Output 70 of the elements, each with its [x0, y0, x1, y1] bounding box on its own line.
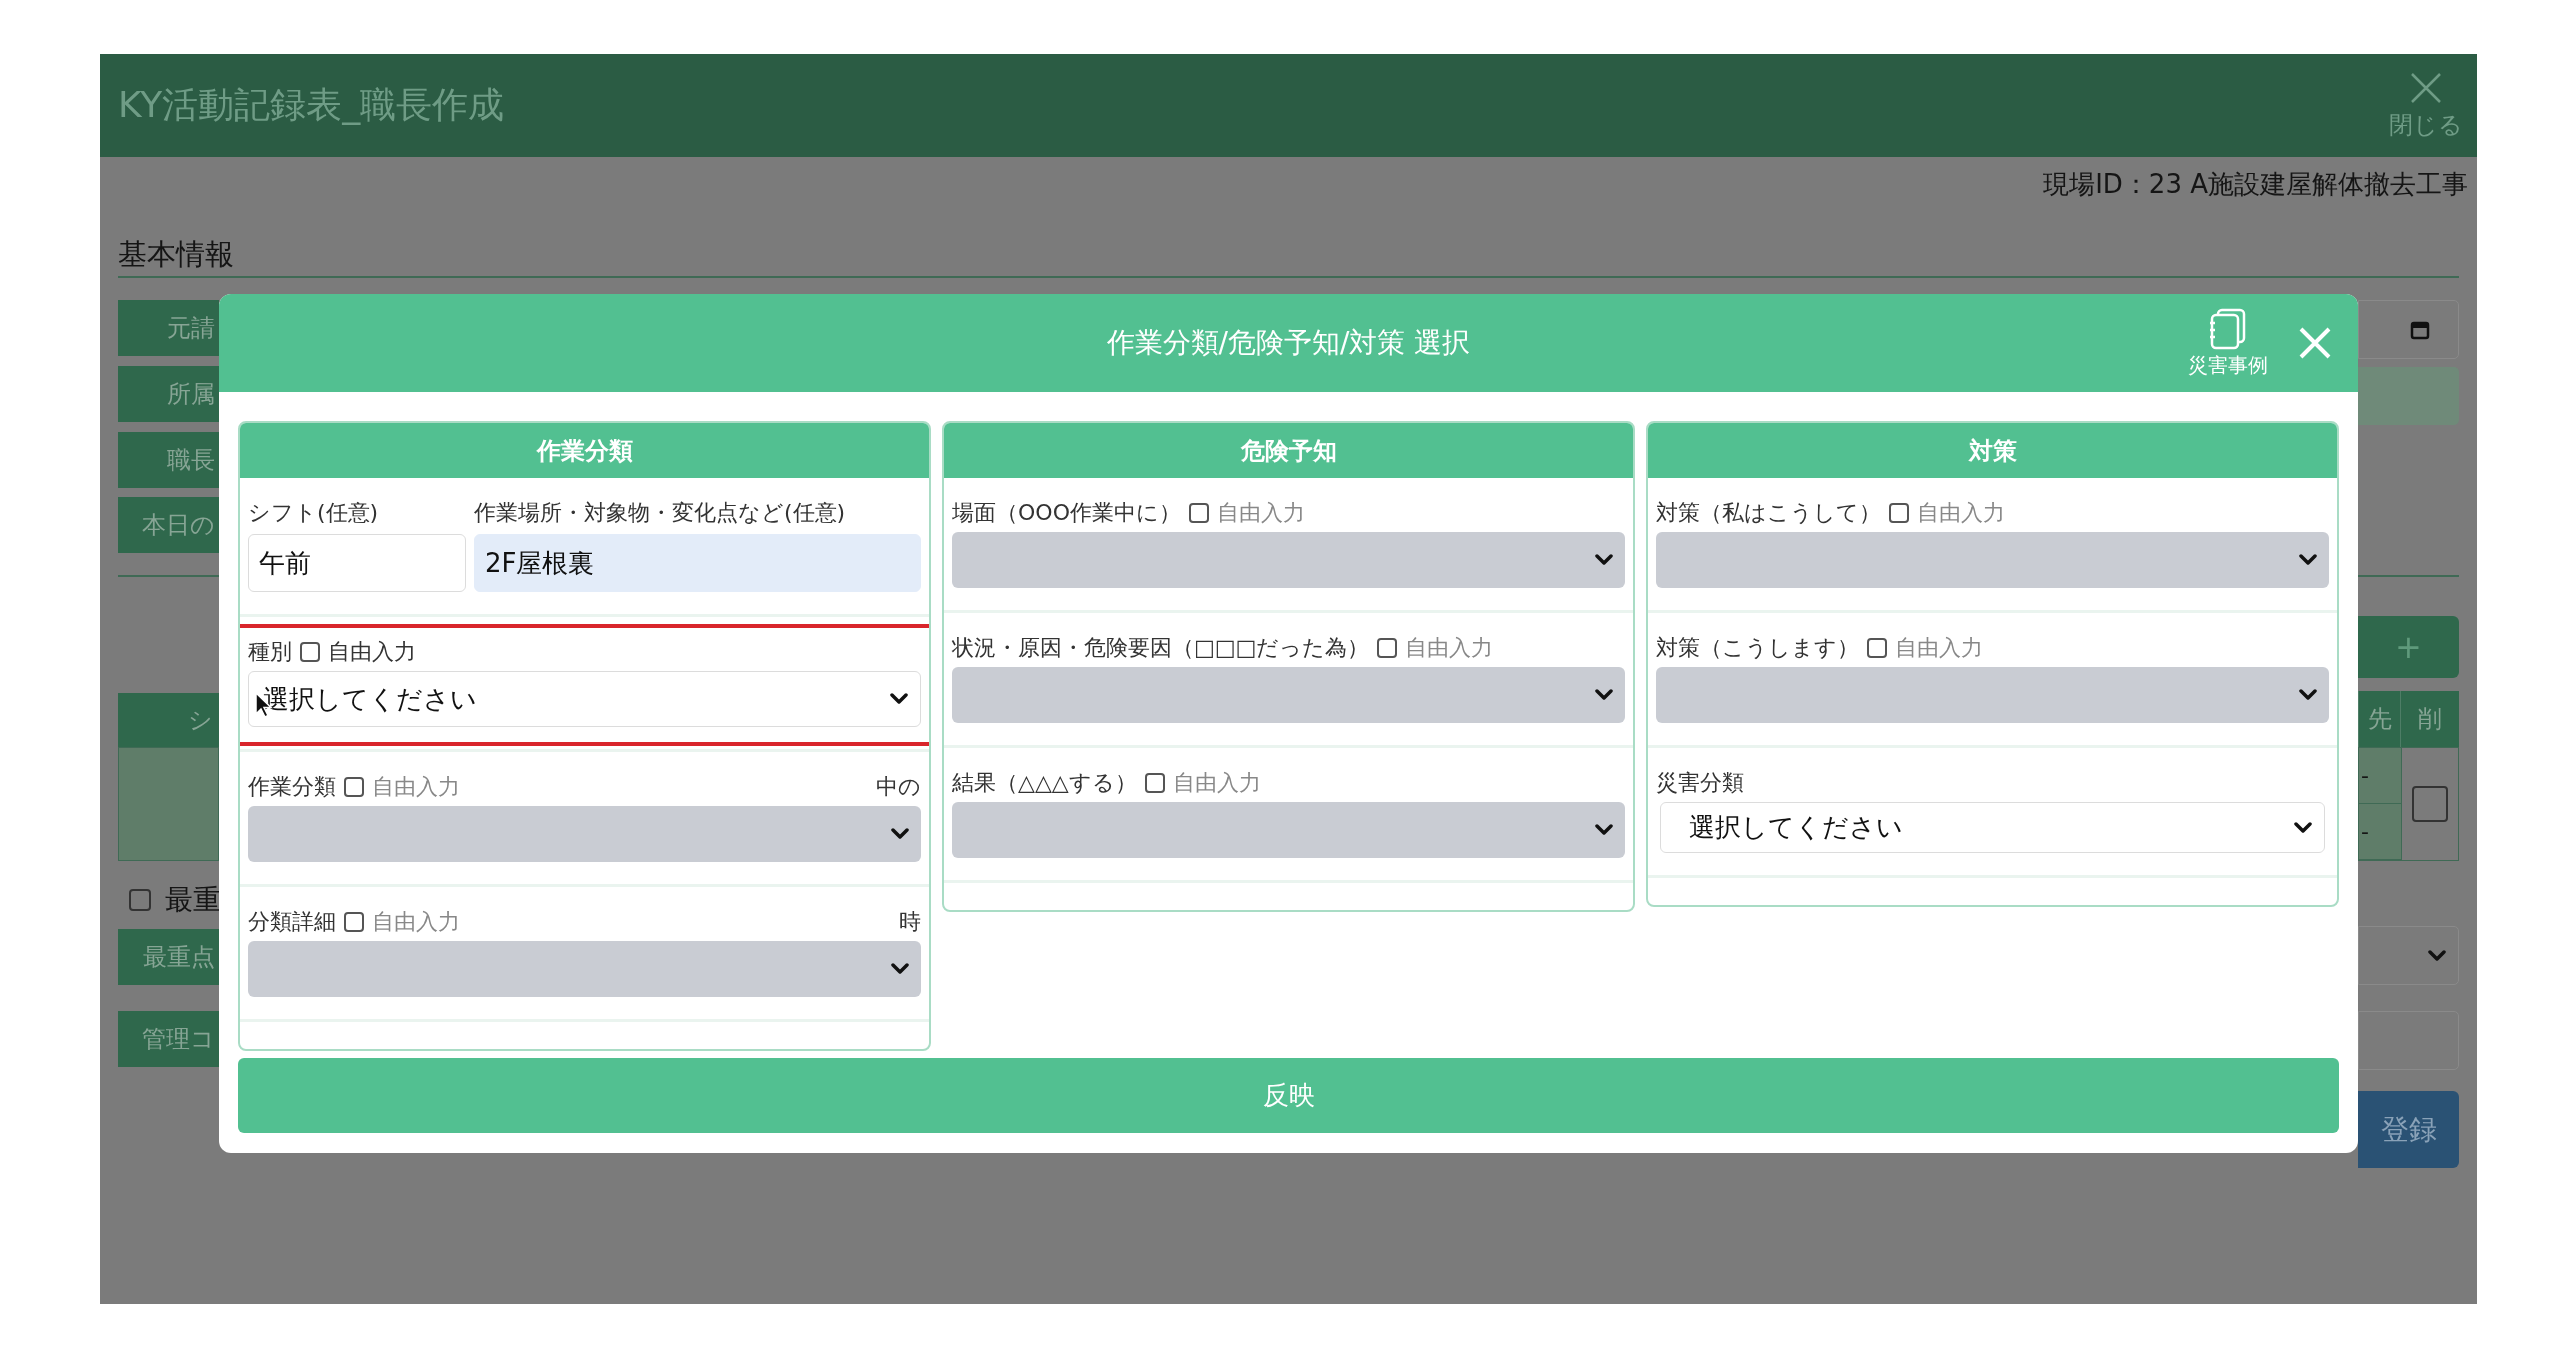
close-icon [2298, 326, 2332, 360]
field-label: 作業場所・対象物・変化点など(任意) [474, 499, 847, 527]
column-header: 対策 [1648, 423, 2337, 478]
nav-button[interactable]: 最重点 [118, 929, 219, 985]
caret-icon [891, 828, 909, 840]
nav-button[interactable]: 本日の [118, 497, 219, 553]
checkbox-label: 自由入力 [1895, 634, 1983, 662]
caret-icon [2299, 689, 2317, 701]
input-field[interactable] [2358, 1011, 2459, 1070]
field-label: 災害分類 [1656, 769, 1744, 797]
caret-icon [1595, 554, 1613, 566]
field-label: 種別 [248, 638, 292, 666]
caret-icon [2294, 821, 2312, 834]
table-header: シ [118, 693, 219, 747]
caret-icon [1595, 689, 1613, 701]
field-label: シフト(任意) [248, 499, 380, 527]
caret-icon [1595, 824, 1613, 836]
select-value: 選択してください [1689, 811, 1903, 844]
checkbox-label: 自由入力 [1172, 769, 1261, 797]
modal-title: 作業分類/危険予知/対策 選択 [1106, 325, 1471, 361]
field-label: 結果（△△△する） [952, 769, 1137, 797]
field-label: 対策（こうします） [1656, 634, 1859, 662]
select-field[interactable]: 選択してください [248, 671, 921, 727]
close-button[interactable] [2298, 326, 2332, 360]
nav-button[interactable]: 元請 [118, 300, 219, 356]
column-header: 危険予知 [944, 423, 1633, 478]
field-label: 対策（私はこうして） [1656, 499, 1881, 527]
field-label: 場面（OOO作業中に） [952, 499, 1181, 527]
checkbox-label: 自由入力 [328, 638, 416, 666]
field-label: 状況・原因・危険要因（□□□だった為） [952, 634, 1370, 662]
field-note: 時 [899, 908, 921, 936]
nav-button[interactable]: 管理コ [118, 1011, 219, 1067]
select-field[interactable] [2358, 926, 2459, 985]
cases-button[interactable]: 災害事例 [2188, 307, 2268, 379]
checkbox[interactable] [300, 642, 320, 662]
column-header: 削 [2400, 691, 2459, 747]
field-label: 作業分類 [248, 773, 336, 801]
field-note: 中の [876, 773, 921, 801]
checkbox-label: 自由入力 [1405, 634, 1494, 662]
select-field[interactable]: 選択してください [1660, 802, 2325, 853]
caret-icon [2428, 949, 2446, 962]
add-button[interactable]: + [2358, 616, 2459, 678]
app-title: KY活動記録表_職長作成 [118, 83, 505, 127]
caret-icon [890, 693, 908, 705]
select-value: 選択してください [263, 682, 477, 716]
close-icon [2409, 70, 2443, 105]
checkbox[interactable] [2412, 786, 2448, 822]
column-header: 先 [2358, 691, 2400, 747]
reflect-button[interactable]: 反映 [238, 1058, 2339, 1133]
input-field[interactable]: 2F屋根裏 [474, 534, 921, 592]
register-button[interactable]: 登録 [2358, 1091, 2459, 1168]
checkbox-label: 自由入力 [372, 773, 460, 801]
checkbox-label: 最重 [165, 882, 221, 918]
calendar-icon [2410, 319, 2430, 340]
checkbox-label: 自由入力 [1216, 499, 1305, 527]
checkbox-label: 自由入力 [1917, 499, 2005, 527]
checkbox[interactable] [129, 889, 151, 911]
site-id: 現場ID：23 A施設建屋解体撤去工事 [2042, 168, 2469, 199]
close-button[interactable]: 閉じる [2389, 70, 2463, 141]
section-title: 基本情報 [118, 234, 2459, 278]
input-field[interactable]: 午前 [248, 534, 466, 592]
input-field[interactable] [2358, 367, 2459, 425]
caret-icon [891, 963, 909, 975]
date-field[interactable] [2358, 300, 2459, 359]
nav-button[interactable]: 職長 [118, 432, 219, 488]
caret-icon [2299, 554, 2317, 566]
column-header: 作業分類 [240, 423, 929, 478]
field-label: 分類詳細 [248, 908, 336, 936]
nav-button[interactable]: 所属 [118, 366, 219, 422]
checkbox-label: 自由入力 [372, 908, 460, 936]
